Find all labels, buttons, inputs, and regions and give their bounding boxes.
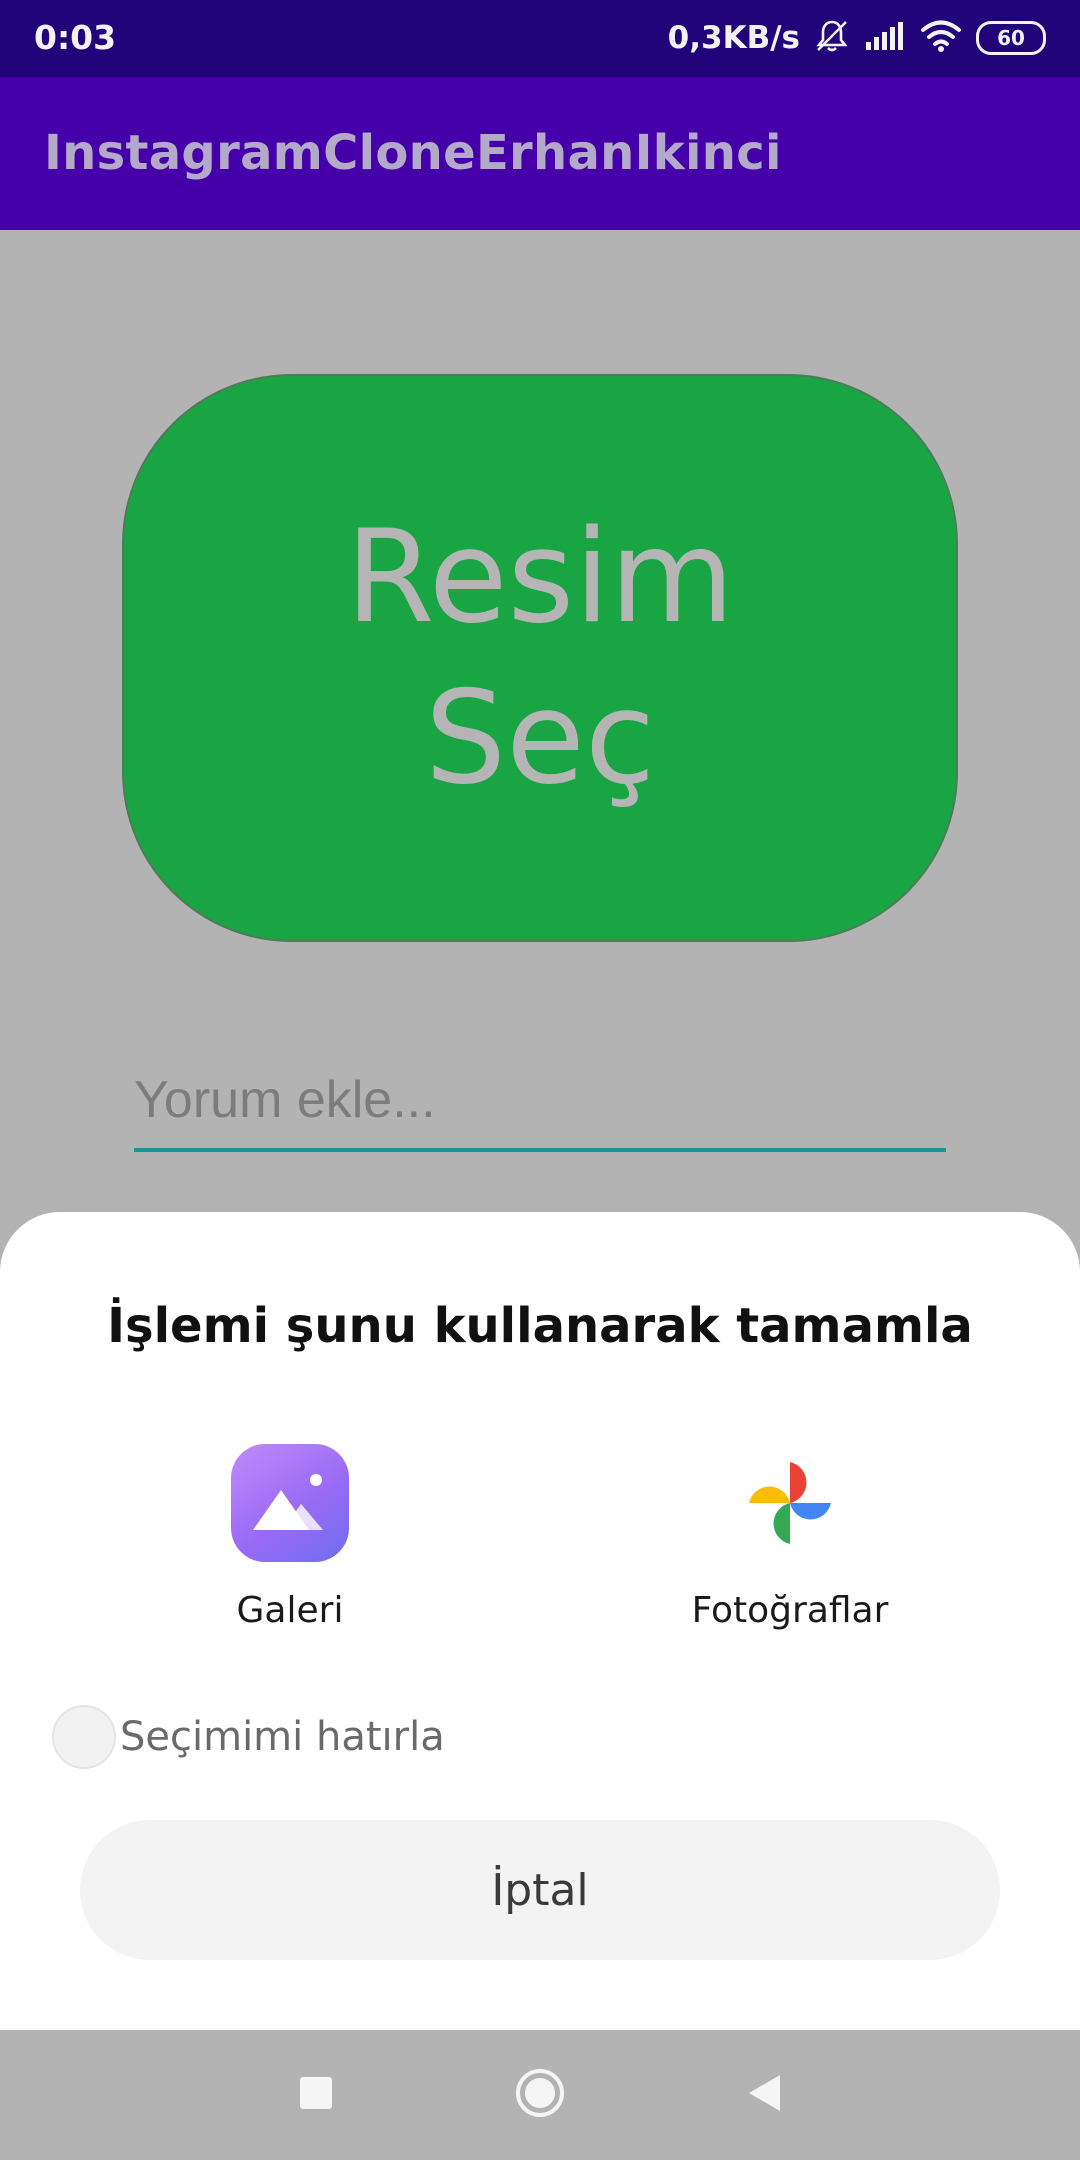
cancel-button[interactable]: İptal [80, 1820, 1000, 1960]
sheet-title: İşlemi şunu kullanarak tamamla [107, 1298, 973, 1354]
circle-icon [514, 2067, 566, 2123]
back-button[interactable] [734, 2065, 794, 2125]
app-label-photos: Fotoğraflar [691, 1590, 889, 1631]
square-icon [298, 2075, 334, 2115]
network-speed: 0,3KB/s [667, 20, 800, 56]
pick-image-label: Resim Seç [345, 502, 735, 813]
comment-input[interactable] [134, 1052, 946, 1152]
battery-icon: 60 [976, 21, 1046, 55]
status-bar: 0:03 0,3KB/s 60 [0, 0, 1080, 77]
back-triangle-icon [746, 2073, 782, 2117]
status-time: 0:03 [34, 18, 117, 57]
recents-button[interactable] [286, 2065, 346, 2125]
app-label-gallery: Galeri [236, 1590, 344, 1631]
navigation-bar [0, 2030, 1080, 2160]
app-bar: InstagramCloneErhanIkinci [0, 77, 1080, 230]
app-chooser-sheet: İşlemi şunu kullanarak tamamla Galeri Fo… [0, 1212, 1080, 2030]
app-title: InstagramCloneErhanIkinci [44, 125, 782, 181]
home-button[interactable] [510, 2065, 570, 2125]
wifi-icon [920, 19, 962, 57]
app-option-photos[interactable]: Fotoğraflar [640, 1444, 940, 1631]
pick-image-button[interactable]: Resim Seç [122, 374, 958, 942]
remember-checkbox[interactable] [52, 1705, 116, 1769]
app-option-gallery[interactable]: Galeri [140, 1444, 440, 1631]
remember-label: Seçimimi hatırla [120, 1714, 445, 1760]
google-photos-icon [731, 1444, 849, 1562]
remember-choice-row[interactable]: Seçimimi hatırla [52, 1704, 445, 1770]
status-icons: 0,3KB/s 60 [668, 16, 1046, 60]
signal-icon [864, 20, 906, 56]
mute-bell-icon [814, 18, 850, 58]
gallery-icon [231, 1444, 349, 1562]
